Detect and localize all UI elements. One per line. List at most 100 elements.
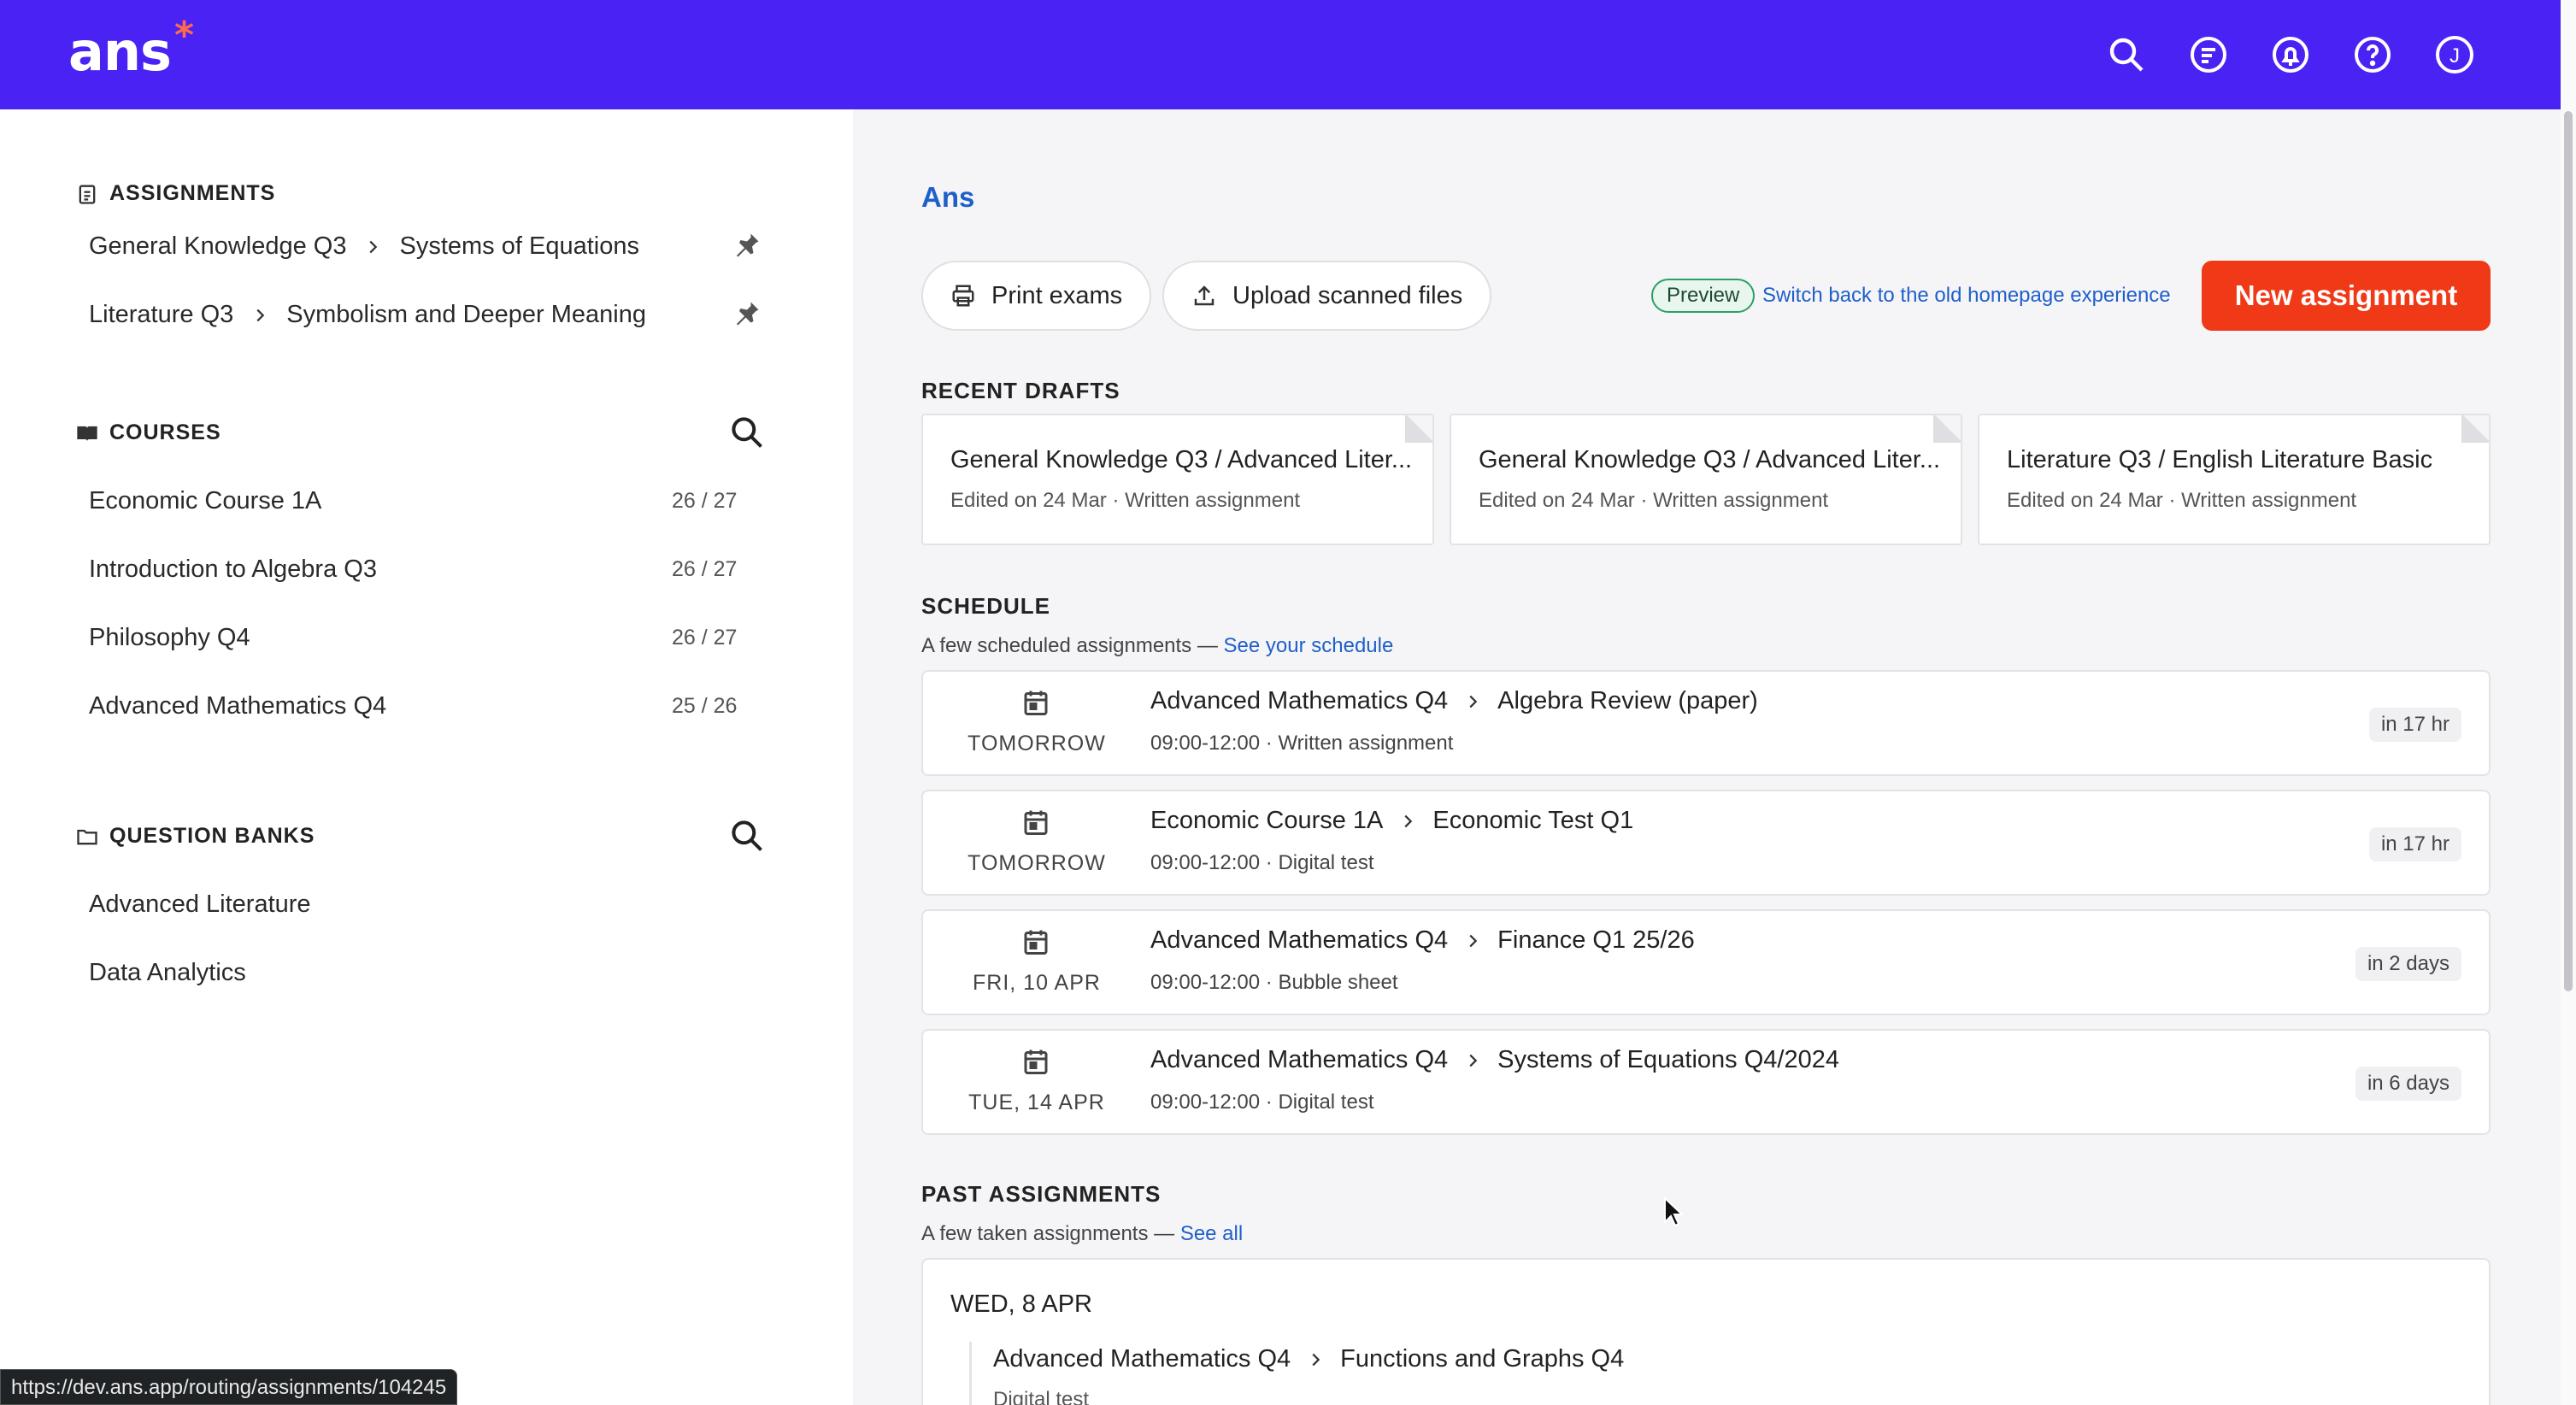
- schedule-item[interactable]: TOMORROW Economic Course 1A Economic Tes…: [921, 790, 2491, 896]
- chat-icon[interactable]: [2188, 34, 2229, 75]
- chevron-right-icon: [1469, 695, 1478, 708]
- past-subtitle-text: A few taken assignments —: [921, 1222, 1180, 1245]
- page-fold-icon: [1405, 415, 1432, 443]
- course-count: 26 / 27: [672, 557, 738, 581]
- pin-icon[interactable]: [732, 230, 762, 261]
- schedule-title: SCHEDULE: [921, 593, 1051, 619]
- course-item[interactable]: Advanced Mathematics Q4: [89, 692, 386, 720]
- schedule-meta: 09:00-12:00 · Written assignment: [1150, 732, 1454, 755]
- draft-meta: Edited on 24 Mar · Written assignment: [2007, 489, 2357, 512]
- schedule-date: TUE, 14 APR: [968, 1090, 1105, 1114]
- see-schedule-link[interactable]: See your schedule: [1224, 634, 1394, 657]
- question-bank-name: Advanced Literature: [89, 891, 311, 918]
- print-exams-button[interactable]: Print exams: [921, 261, 1152, 331]
- top-bar: ans * J: [0, 0, 2561, 109]
- course-item[interactable]: Philosophy Q4: [89, 624, 250, 652]
- schedule-path: Advanced Mathematics Q4 Systems of Equat…: [1150, 1046, 1839, 1074]
- pinned-course: Literature Q3: [89, 301, 234, 328]
- search-icon[interactable]: [2106, 34, 2147, 75]
- draft-card[interactable]: General Knowledge Q3 / Advanced Liter...…: [1450, 414, 1962, 545]
- see-all-link[interactable]: See all: [1180, 1222, 1243, 1245]
- draft-title: General Knowledge Q3 / Advanced Liter...: [1479, 446, 1941, 473]
- upload-icon: [1194, 285, 1214, 306]
- schedule-item[interactable]: TUE, 14 APR Advanced Mathematics Q4 Syst…: [921, 1029, 2491, 1135]
- avatar-initial: J: [2450, 44, 2460, 68]
- past-meta: Digital test: [993, 1388, 1090, 1405]
- assignments-title: ASSIGNMENTS: [109, 181, 276, 205]
- schedule-countdown-badge: in 2 days: [2355, 947, 2461, 981]
- question-bank-item[interactable]: Advanced Literature: [89, 891, 311, 919]
- upload-scanned-files-label: Upload scanned files: [1232, 281, 1463, 309]
- timeline-bar: [969, 1342, 972, 1405]
- search-courses-icon[interactable]: [728, 414, 766, 451]
- schedule-path: Economic Course 1A Economic Test Q1: [1150, 807, 1633, 835]
- schedule-assignment: Economic Test Q1: [1432, 807, 1634, 834]
- calendar-icon: [1024, 1049, 1048, 1074]
- draft-meta: Edited on 24 Mar · Written assignment: [950, 489, 1301, 512]
- status-url-bar: https://dev.ans.app/routing/assignments/…: [0, 1369, 458, 1405]
- pinned-assignment-item[interactable]: General Knowledge Q3 Systems of Equation…: [89, 232, 639, 261]
- pinned-assignment-item[interactable]: Literature Q3 Symbolism and Deeper Meani…: [89, 301, 646, 329]
- help-icon[interactable]: [2352, 34, 2393, 75]
- courses-section-title: COURSES: [75, 420, 221, 445]
- logo-mark: *: [174, 14, 194, 57]
- schedule-assignment: Algebra Review (paper): [1497, 687, 1758, 714]
- question-bank-name: Data Analytics: [89, 959, 246, 986]
- past-assignments-title: PAST ASSIGNMENTS: [921, 1181, 1162, 1207]
- schedule-subtitle: A few scheduled assignments — See your s…: [921, 634, 1393, 658]
- course-count: 26 / 27: [672, 489, 738, 513]
- course-count: 26 / 27: [672, 626, 738, 650]
- folder-icon: [77, 829, 97, 844]
- new-assignment-button[interactable]: New assignment: [2202, 261, 2491, 331]
- schedule-countdown-badge: in 17 hr: [2368, 708, 2461, 742]
- sidebar: ASSIGNMENTS General Knowledge Q3 Systems…: [0, 109, 853, 1405]
- schedule-subtitle-text: A few scheduled assignments —: [921, 634, 1224, 657]
- page-title[interactable]: Ans: [921, 181, 974, 214]
- avatar[interactable]: J: [2434, 34, 2475, 75]
- question-banks-section-title: QUESTION BANKS: [75, 824, 315, 849]
- schedule-date: TOMORROW: [967, 732, 1106, 755]
- schedule-path: Advanced Mathematics Q4 Algebra Review (…: [1150, 687, 1758, 715]
- recent-drafts-title: RECENT DRAFTS: [921, 378, 1120, 403]
- page-fold-icon: [2461, 415, 2489, 443]
- logo-text: ans: [68, 21, 172, 83]
- schedule-assignment: Systems of Equations Q4/2024: [1497, 1046, 1839, 1073]
- course-name: Advanced Mathematics Q4: [89, 692, 387, 720]
- printer-icon: [952, 285, 974, 307]
- schedule-date: FRI, 10 APR: [973, 971, 1101, 995]
- calendar-icon: [1024, 930, 1048, 955]
- draft-card[interactable]: Literature Q3 / English Literature Basic…: [1978, 414, 2491, 545]
- switch-old-homepage-link[interactable]: Switch back to the old homepage experien…: [1762, 284, 2171, 308]
- draft-card[interactable]: General Knowledge Q3 / Advanced Liter...…: [921, 414, 1434, 545]
- schedule-assignment: Finance Q1 25/26: [1497, 926, 1695, 954]
- course-name: Philosophy Q4: [89, 624, 250, 651]
- app-logo[interactable]: ans *: [68, 14, 194, 83]
- chevron-right-icon: [256, 309, 265, 321]
- print-exams-label: Print exams: [991, 281, 1123, 309]
- course-item[interactable]: Introduction to Algebra Q3: [89, 556, 377, 584]
- pinned-course: General Knowledge Q3: [89, 232, 347, 260]
- schedule-countdown-badge: in 6 days: [2355, 1067, 2461, 1101]
- draft-meta: Edited on 24 Mar · Written assignment: [1479, 489, 1829, 512]
- assignments-section-title: ASSIGNMENTS: [75, 181, 275, 206]
- draft-title: General Knowledge Q3 / Advanced Liter...: [950, 446, 1413, 473]
- scrollbar[interactable]: [2561, 0, 2576, 1405]
- pinned-assignment-name: Systems of Equations: [399, 232, 639, 260]
- calendar-icon: [1024, 691, 1048, 715]
- chevron-right-icon: [1469, 1054, 1478, 1067]
- question-bank-item[interactable]: Data Analytics: [89, 959, 246, 987]
- page-fold-icon: [1933, 415, 1961, 443]
- past-assignment-path[interactable]: Advanced Mathematics Q4 Functions and Gr…: [993, 1345, 1624, 1373]
- schedule-item[interactable]: TOMORROW Advanced Mathematics Q4 Algebra…: [921, 670, 2491, 776]
- schedule-item[interactable]: FRI, 10 APR Advanced Mathematics Q4 Fina…: [921, 909, 2491, 1015]
- course-name: Introduction to Algebra Q3: [89, 556, 377, 583]
- pin-icon[interactable]: [732, 298, 762, 329]
- chevron-right-icon: [1312, 1353, 1320, 1366]
- upload-scanned-files-button[interactable]: Upload scanned files: [1162, 261, 1492, 331]
- past-course: Advanced Mathematics Q4: [993, 1345, 1291, 1373]
- course-item[interactable]: Economic Course 1A: [89, 487, 321, 515]
- scrollbar-thumb[interactable]: [2564, 111, 2573, 991]
- bell-icon[interactable]: [2270, 34, 2311, 75]
- search-question-banks-icon[interactable]: [728, 817, 766, 855]
- schedule-meta: 09:00-12:00 · Bubble sheet: [1150, 971, 1398, 994]
